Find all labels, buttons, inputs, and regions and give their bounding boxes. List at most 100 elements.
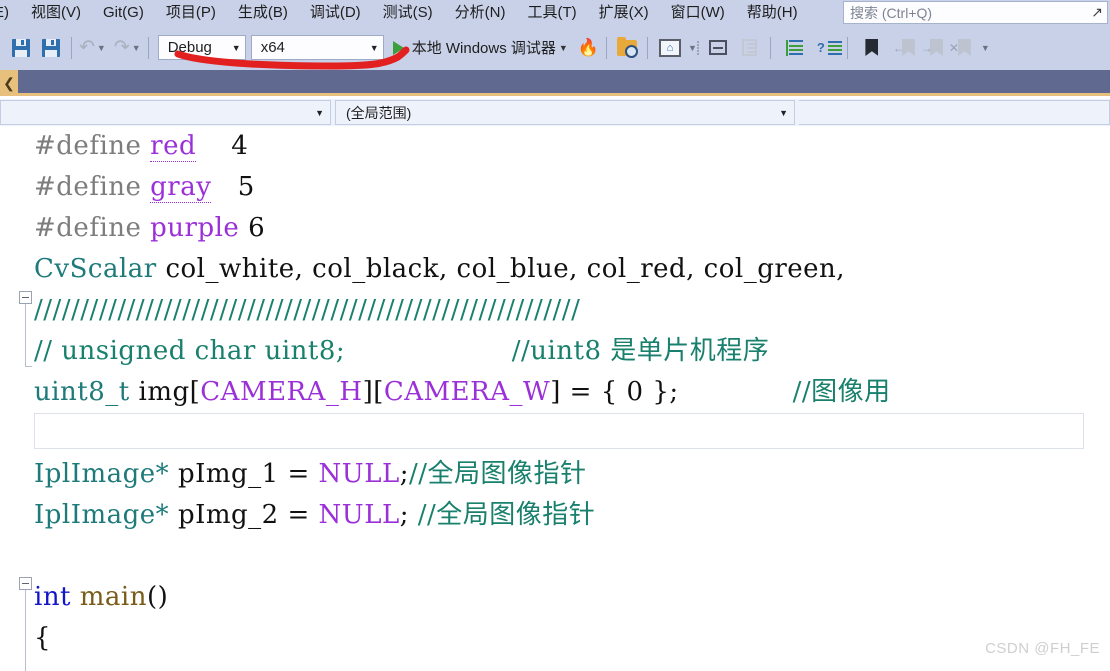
- start-debugging-label: 本地 Windows 调试器: [411, 40, 556, 57]
- menu-item-build[interactable]: 生成(B): [227, 0, 299, 25]
- code-token: #define: [34, 172, 151, 202]
- code-token: //uint8 是单片机程序: [511, 336, 770, 366]
- chevron-left-icon: ❮: [3, 74, 15, 91]
- solution-configuration-dropdown[interactable]: Debug ▼: [157, 35, 246, 60]
- code-token: //全局图像指针: [409, 459, 587, 489]
- solution-platform-dropdown[interactable]: x64 ▼: [250, 35, 384, 60]
- undo-icon[interactable]: ↶: [79, 38, 95, 57]
- code-line: #define gray 5: [34, 167, 1110, 208]
- comment-lines-icon[interactable]: [782, 35, 808, 61]
- outline-guide-comment: [25, 304, 26, 366]
- project-scope-dropdown[interactable]: ▼: [0, 100, 331, 125]
- previous-bookmark-icon[interactable]: ←: [893, 38, 915, 57]
- code-token: ;: [399, 459, 409, 489]
- code-text[interactable]: #define red 4 #define gray 5 #define purpl…: [34, 126, 1110, 659]
- editor-navigation-bar: ▼ (全局范围) ▼: [0, 99, 1110, 126]
- member-scope-dropdown[interactable]: (全局范围) ▼: [335, 100, 795, 125]
- member-scope-value: (全局范围): [346, 104, 412, 121]
- code-token: gray: [150, 172, 212, 203]
- solution-explorer-icon[interactable]: ⌂: [655, 35, 685, 61]
- navigation-bar-filler: [799, 100, 1110, 125]
- start-debugging-button[interactable]: 本地 Windows 调试器 ▼: [392, 37, 568, 58]
- collapse-region-main-icon[interactable]: [19, 577, 32, 590]
- menu-item-tools[interactable]: 工具(T): [516, 0, 587, 25]
- code-token: int: [34, 582, 72, 612]
- collapse-region-comment-icon[interactable]: [19, 291, 32, 304]
- toolbar-divider: [71, 36, 72, 59]
- attach-to-process-icon[interactable]: [614, 35, 640, 61]
- search-input[interactable]: 搜索 (Ctrl+Q) ↗: [843, 1, 1108, 24]
- standard-toolbar: ↶ ▼ ↷ ▼ Debug ▼ x64 ▼ 本地 Windows 调试器 ▼ 🔥…: [0, 25, 1110, 70]
- next-bookmark-icon[interactable]: →: [921, 38, 943, 57]
- tab-active-underline: [0, 93, 1110, 96]
- menu-item-extensions[interactable]: 扩展(X): [588, 0, 660, 25]
- code-line: #define red 4: [34, 126, 1110, 167]
- chevron-down-icon[interactable]: ▼: [559, 43, 568, 53]
- toolbar-overflow-icon[interactable]: ▼: [981, 43, 990, 53]
- document-tab-strip: ❮: [0, 70, 1110, 96]
- code-token: {: [34, 623, 52, 653]
- search-placeholder: 搜索 (Ctrl+Q): [850, 4, 933, 21]
- menu-item-project[interactable]: 项目(P): [155, 0, 227, 25]
- code-token: CAMERA_H: [200, 377, 363, 407]
- code-token: 5: [237, 172, 255, 202]
- menu-item-analyze[interactable]: 分析(N): [444, 0, 517, 25]
- code-token: main: [79, 582, 147, 612]
- code-line: IplImage* pImg_1 = NULL;//全局图像指针: [34, 454, 1110, 495]
- chevron-down-icon: ▼: [315, 107, 324, 118]
- play-icon: [392, 40, 404, 55]
- code-token: purple: [150, 213, 240, 243]
- menu-item-test[interactable]: 测试(S): [372, 0, 444, 25]
- hot-reload-icon[interactable]: 🔥: [578, 38, 599, 58]
- menu-item-git[interactable]: Git(G): [92, 0, 155, 25]
- code-token: ][: [362, 377, 384, 407]
- code-line: {: [34, 618, 1110, 659]
- chevron-down-icon: ▼: [779, 107, 788, 118]
- solution-configuration-value: Debug: [167, 39, 212, 56]
- code-token: uint8_t: [34, 377, 130, 407]
- code-token: // unsigned char uint8;: [34, 336, 346, 366]
- code-token: pImg_1 =: [169, 459, 319, 489]
- code-token: col_white, col_black, col_blue, col_red,…: [156, 254, 846, 284]
- redo-icon[interactable]: ↷: [114, 38, 130, 57]
- code-token: ] = { 0 };: [550, 377, 679, 407]
- outline-guide-foot-comment: [25, 366, 32, 367]
- code-token: CvScalar: [34, 254, 157, 284]
- menu-item-edit[interactable]: E): [0, 0, 20, 25]
- menu-item-view[interactable]: 视图(V): [20, 0, 92, 25]
- navigate-backward-icon[interactable]: [705, 35, 731, 61]
- drag-handle-icon[interactable]: [696, 40, 699, 55]
- menu-item-debug[interactable]: 调试(D): [299, 0, 372, 25]
- code-editor[interactable]: #define red 4 #define gray 5 #define purpl…: [0, 126, 1110, 671]
- navigate-forward-icon[interactable]: [737, 35, 763, 61]
- editor-gutter: [0, 126, 34, 671]
- redo-dropdown-icon[interactable]: ▼: [132, 43, 141, 53]
- search-expand-icon[interactable]: ↗: [1091, 4, 1103, 21]
- clear-bookmarks-icon[interactable]: ✕: [949, 38, 971, 57]
- code-token: pImg_2 =: [169, 500, 319, 530]
- chevron-down-icon[interactable]: ▼: [688, 43, 697, 53]
- solution-platform-value: x64: [260, 39, 285, 56]
- menu-item-help[interactable]: 帮助(H): [736, 0, 809, 25]
- outline-guide-main: [25, 590, 26, 671]
- toolbar-divider-6: [846, 36, 848, 59]
- code-token: ;: [399, 500, 418, 530]
- toggle-bookmark-icon[interactable]: [859, 35, 885, 61]
- code-token: 6: [248, 213, 266, 243]
- code-token: #define: [34, 213, 151, 243]
- save-all-icon[interactable]: [38, 35, 64, 61]
- uncomment-lines-icon[interactable]: ?: [814, 35, 842, 61]
- chevron-down-icon: ▼: [231, 42, 241, 53]
- code-token: IplImage*: [34, 459, 170, 489]
- code-token: IplImage*: [34, 500, 170, 530]
- code-line: ////////////////////////////////////////…: [34, 290, 1110, 331]
- save-icon[interactable]: [8, 35, 34, 61]
- undo-dropdown-icon[interactable]: ▼: [97, 43, 106, 53]
- code-token: //图像用: [792, 377, 891, 407]
- menu-item-window[interactable]: 窗口(W): [660, 0, 736, 25]
- code-token: ////////////////////////////////////////…: [34, 295, 581, 325]
